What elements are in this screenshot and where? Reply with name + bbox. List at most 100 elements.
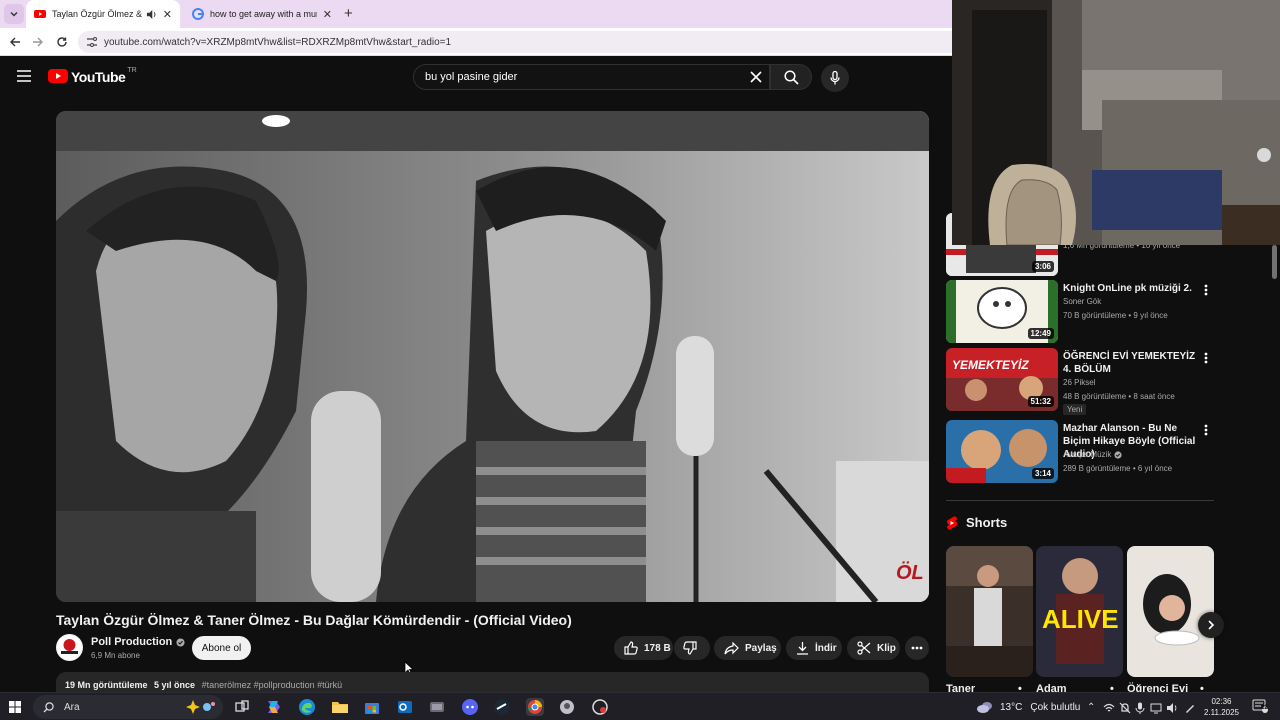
download-button[interactable]: İndir — [786, 636, 842, 660]
new-tab-icon[interactable]: + — [344, 5, 353, 22]
app-icon[interactable] — [591, 698, 609, 716]
microphone-icon — [830, 71, 840, 85]
youtube-play-icon — [48, 69, 68, 83]
windows-logo-icon — [9, 701, 21, 713]
recommendation-item[interactable]: 3:14 Mazhar Alanson - Bu Ne Biçim Hikaye… — [946, 420, 1246, 483]
speaker-icon[interactable] — [146, 9, 157, 20]
tab-google-search[interactable]: how to get away with a murder ✕ — [184, 0, 340, 28]
video-duration: 3:06 — [1031, 261, 1054, 272]
recommendation-item[interactable]: YEMEKTEYİZ 51:32 ÖĞRENCİ EVİ YEMEKTEYİZ … — [946, 348, 1246, 415]
video-title: Knight OnLine pk müziği 2. — [1063, 283, 1192, 294]
thumbs-down-icon — [683, 641, 697, 655]
app-icon[interactable] — [558, 698, 576, 716]
close-tab-icon[interactable]: ✕ — [323, 8, 332, 21]
more-actions-button[interactable] — [905, 636, 929, 660]
dislike-button[interactable] — [674, 636, 710, 660]
channel-name-text: Avrupa Müzik — [1063, 450, 1112, 459]
site-settings-icon[interactable] — [86, 36, 98, 48]
youtube-logo[interactable]: YouTube TR — [48, 67, 137, 85]
notification-count: 22 — [1261, 705, 1268, 711]
tab-youtube-video[interactable]: Taylan Özgür Ölmez & Tane ✕ — [26, 0, 180, 28]
shorts-heading: Shorts — [946, 515, 1007, 530]
windows-taskbar: Ara 13°C Çok bulutlu ⌃ 02:36 2.11.2025 2… — [0, 692, 1280, 720]
video-meta: 70 B görüntüleme • 9 yıl önce — [1063, 311, 1168, 320]
video-thumbnail[interactable]: 3:14 — [946, 420, 1058, 483]
taskbar-search-box[interactable]: Ara — [33, 695, 223, 719]
address-bar[interactable]: youtube.com/watch?v=XRZMp8mtVhw&list=RDX… — [78, 31, 952, 53]
outlook-icon[interactable] — [396, 698, 414, 716]
clock-time: 02:36 — [1211, 697, 1232, 706]
notifications-off-icon[interactable] — [1119, 702, 1131, 714]
short-thumbnail[interactable]: ALIVE — [1036, 546, 1123, 677]
subscribe-button[interactable]: Abone ol — [192, 636, 251, 660]
channel-name[interactable]: Soner Gök — [1063, 297, 1101, 306]
chevron-up-icon[interactable]: ⌃ — [1087, 702, 1095, 713]
video-thumbnail[interactable]: YEMEKTEYİZ 51:32 — [946, 348, 1058, 411]
microphone-icon[interactable] — [1135, 702, 1145, 714]
chrome-icon[interactable] — [526, 698, 544, 716]
recommendation-item[interactable]: 12:49 Knight OnLine pk müziği 2. Soner G… — [946, 280, 1246, 343]
url-text: youtube.com/watch?v=XRZMp8mtVhw&list=RDX… — [104, 36, 452, 48]
tab-search-button[interactable] — [4, 4, 24, 24]
edge-browser-icon[interactable] — [298, 698, 316, 716]
steam-icon[interactable] — [493, 698, 511, 716]
copilot-icon[interactable] — [265, 698, 283, 716]
clear-search-icon[interactable] — [750, 71, 762, 83]
search-button[interactable] — [770, 64, 812, 90]
start-button[interactable] — [9, 701, 21, 713]
video-meta: 289 B görüntüleme • 6 yıl önce — [1063, 464, 1173, 473]
system-clock[interactable]: 02:36 2.11.2025 — [1204, 696, 1239, 718]
app-icon[interactable] — [428, 698, 446, 716]
channel-watermark: ÖL — [896, 562, 924, 584]
weather-widget[interactable]: 13°C Çok bulutlu — [976, 700, 1080, 714]
upload-age: 5 yıl önce — [154, 680, 196, 690]
like-count: 178 B — [644, 642, 671, 654]
channel-name[interactable]: Poll Production — [91, 636, 185, 648]
back-icon[interactable] — [7, 34, 23, 50]
volume-icon[interactable] — [1166, 702, 1178, 714]
voice-search-button[interactable] — [821, 64, 849, 92]
video-duration: 12:49 — [1027, 328, 1054, 339]
reload-icon[interactable] — [54, 34, 70, 50]
notification-center-button[interactable]: 22 — [1252, 699, 1268, 713]
verified-icon — [1114, 450, 1122, 459]
pen-icon[interactable] — [1184, 702, 1196, 714]
more-vertical-icon[interactable] — [1204, 352, 1208, 364]
discord-icon[interactable] — [461, 698, 479, 716]
video-thumbnail[interactable]: 12:49 — [946, 280, 1058, 343]
like-button[interactable]: 178 B — [614, 636, 673, 660]
more-vertical-icon[interactable] — [1204, 424, 1208, 436]
task-view-icon[interactable] — [233, 698, 251, 716]
hashtags[interactable]: #tanerölmez #pollproduction #türkü — [202, 680, 343, 690]
tab-title: how to get away with a murder — [210, 9, 317, 19]
video-frame-image — [56, 111, 929, 602]
share-label: Paylaş — [745, 642, 777, 654]
channel-name[interactable]: Avrupa Müzik — [1063, 450, 1122, 459]
clip-button[interactable]: Klip — [847, 636, 900, 660]
search-input[interactable]: bu yol pasine gider — [413, 64, 770, 90]
wifi-icon[interactable] — [1103, 702, 1115, 714]
shorts-next-button[interactable] — [1198, 612, 1224, 638]
google-favicon-icon — [192, 8, 204, 20]
share-button[interactable]: Paylaş — [714, 636, 781, 660]
clip-label: Klip — [877, 642, 896, 654]
verified-icon — [176, 637, 185, 647]
channel-name[interactable]: 26 Piksel — [1063, 378, 1095, 387]
channel-avatar[interactable] — [56, 634, 83, 661]
scrollbar-thumb[interactable] — [1272, 245, 1277, 279]
hamburger-menu-icon[interactable] — [17, 70, 31, 82]
network-icon[interactable] — [1150, 702, 1162, 714]
close-tab-icon[interactable]: ✕ — [163, 8, 172, 21]
forward-icon[interactable] — [30, 34, 46, 50]
shorts-heading-text: Shorts — [966, 515, 1008, 530]
short-thumbnail[interactable] — [1127, 546, 1214, 677]
search-query-text: bu yol pasine gider — [425, 71, 518, 83]
short-thumbnail[interactable] — [946, 546, 1033, 677]
subscriber-count: 6,9 Mn abone — [91, 651, 140, 660]
more-vertical-icon[interactable] — [1204, 284, 1208, 296]
chevron-down-icon — [10, 12, 18, 17]
file-explorer-icon[interactable] — [331, 698, 349, 716]
cloud-icon — [977, 702, 992, 713]
video-player[interactable] — [56, 111, 929, 602]
microsoft-store-icon[interactable] — [363, 698, 381, 716]
